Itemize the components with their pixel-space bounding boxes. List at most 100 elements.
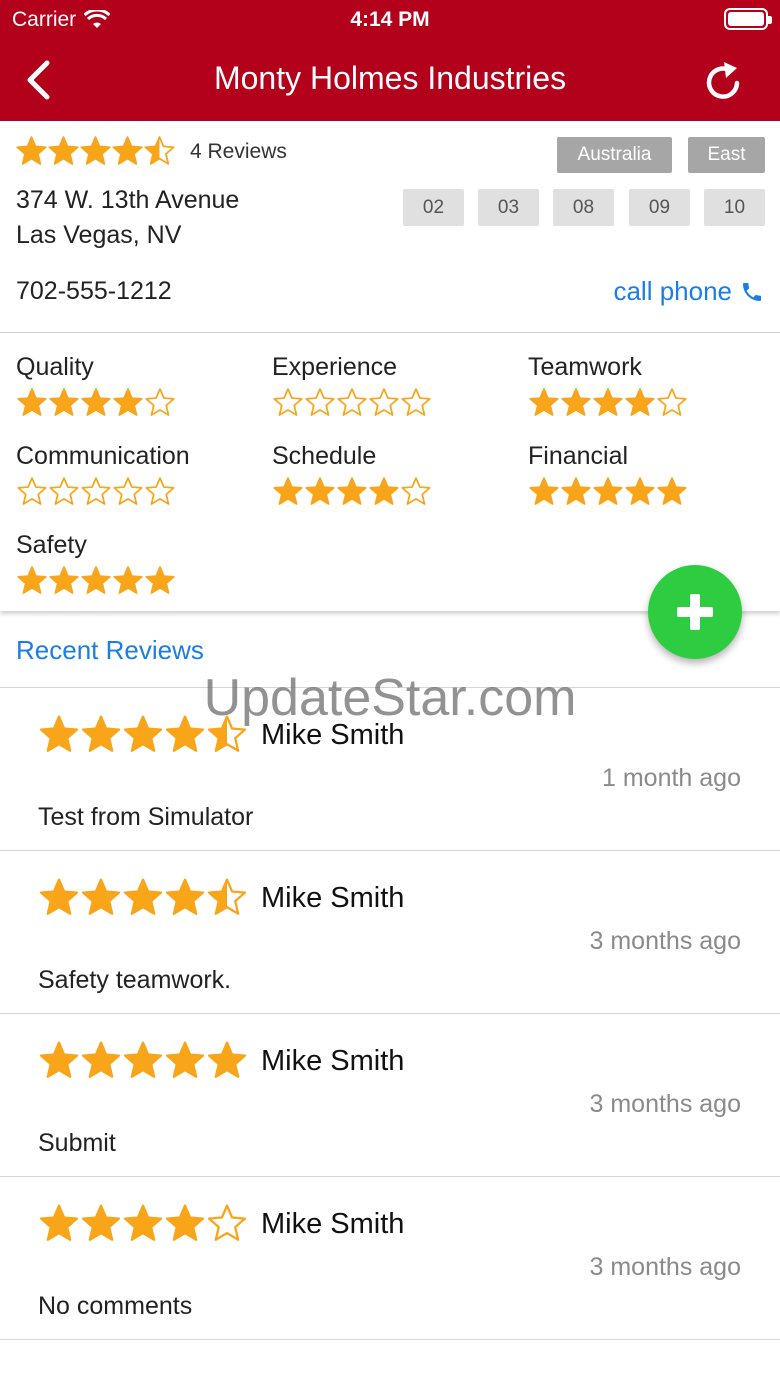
- category-label: Experience: [272, 353, 398, 381]
- company-rating: 4 Reviews: [15, 135, 287, 168]
- star-filled-icon: [123, 878, 163, 915]
- star-empty-icon: [17, 477, 47, 505]
- watermark: UpdateStar.com: [203, 669, 577, 727]
- category-label: Financial: [528, 442, 629, 470]
- star-empty-icon: [337, 388, 367, 416]
- number-chip[interactable]: 03: [478, 189, 539, 226]
- category-communication: Communication: [16, 442, 190, 513]
- category-stars: [528, 387, 688, 419]
- star-filled-icon: [113, 388, 143, 416]
- star-filled-icon: [49, 566, 79, 594]
- review-time: 3 months ago: [589, 1253, 742, 1281]
- plus-icon: [677, 594, 713, 630]
- review-item[interactable]: Mike Smith 3 months ago Safety teamwork.: [0, 851, 780, 1014]
- star-filled-icon: [112, 136, 143, 165]
- category-stars: [272, 476, 432, 508]
- star-filled-icon: [81, 1204, 121, 1241]
- star-filled-icon: [207, 1041, 247, 1078]
- battery-icon: [724, 8, 772, 30]
- phone-number: 702-555-1212: [16, 277, 172, 305]
- number-chip[interactable]: 09: [629, 189, 690, 226]
- company-stars: [15, 135, 176, 168]
- star-filled-icon: [561, 477, 591, 505]
- number-chip[interactable]: 08: [553, 189, 614, 226]
- star-filled-icon: [657, 477, 687, 505]
- category-stars: [16, 387, 176, 419]
- status-bar: Carrier 4:14 PM: [0, 0, 780, 40]
- review-item[interactable]: Mike Smith 3 months ago No comments: [0, 1177, 780, 1340]
- refresh-button[interactable]: [702, 58, 746, 102]
- star-empty-icon: [401, 477, 431, 505]
- company-info: 4 Reviews Australia East 374 W. 13th Ave…: [0, 121, 780, 333]
- star-empty-icon: [401, 388, 431, 416]
- star-empty-icon: [145, 477, 175, 505]
- star-filled-icon: [39, 878, 79, 915]
- page-title: Monty Holmes Industries: [213, 60, 567, 96]
- reviewer-name: Mike Smith: [261, 1045, 405, 1077]
- review-count: 4 Reviews: [190, 139, 287, 163]
- star-filled-icon: [16, 136, 47, 165]
- number-chip[interactable]: 10: [704, 189, 765, 226]
- star-filled-icon: [165, 878, 205, 915]
- star-filled-icon: [48, 136, 79, 165]
- star-empty-icon: [273, 388, 303, 416]
- review-stars: [38, 1040, 248, 1082]
- address-line-2: Las Vegas, NV: [16, 221, 182, 249]
- review-comment: Submit: [38, 1129, 116, 1157]
- phone-icon: [743, 282, 761, 301]
- star-filled-icon: [17, 388, 47, 416]
- star-filled-icon: [561, 388, 591, 416]
- review-comment: Safety teamwork.: [38, 966, 232, 994]
- call-phone-link[interactable]: call phone: [613, 276, 764, 307]
- star-filled-icon: [145, 566, 175, 594]
- star-empty-icon: [81, 477, 111, 505]
- number-chip[interactable]: 02: [403, 189, 464, 226]
- star-filled-icon: [625, 388, 655, 416]
- review-item[interactable]: Mike Smith 3 months ago Submit: [0, 1014, 780, 1177]
- address-line-1: 374 W. 13th Avenue: [16, 186, 240, 214]
- reviewer-name: Mike Smith: [261, 882, 405, 914]
- recent-reviews-title[interactable]: Recent Reviews: [16, 635, 204, 666]
- star-filled-icon: [39, 1041, 79, 1078]
- add-review-button[interactable]: [648, 565, 742, 659]
- category-ratings: Quality Experience Teamwork Communicatio…: [0, 333, 780, 611]
- star-empty-icon: [113, 477, 143, 505]
- navbar: Monty Holmes Industries: [0, 40, 780, 121]
- category-financial: Financial: [528, 442, 688, 513]
- star-filled-icon: [369, 477, 399, 505]
- tag-region[interactable]: Australia: [557, 137, 672, 173]
- star-half-icon: [207, 878, 247, 915]
- star-filled-icon: [80, 136, 111, 165]
- star-filled-icon: [165, 1204, 205, 1241]
- star-filled-icon: [17, 566, 47, 594]
- star-filled-icon: [273, 477, 303, 505]
- review-comment: Test from Simulator: [38, 803, 254, 831]
- category-label: Safety: [16, 531, 87, 559]
- review-time: 3 months ago: [589, 927, 742, 955]
- category-teamwork: Teamwork: [528, 353, 688, 424]
- category-label: Schedule: [272, 442, 377, 470]
- star-empty-icon: [49, 477, 79, 505]
- star-filled-icon: [593, 388, 623, 416]
- category-stars: [528, 476, 688, 508]
- review-stars: [38, 877, 248, 919]
- tag-area[interactable]: East: [688, 137, 765, 173]
- refresh-icon: [706, 62, 740, 99]
- star-empty-icon: [657, 388, 687, 416]
- star-empty-icon: [305, 388, 335, 416]
- star-filled-icon: [529, 388, 559, 416]
- category-stars: [16, 565, 176, 597]
- review-time: 1 month ago: [602, 764, 741, 792]
- review-comment: No comments: [38, 1292, 193, 1320]
- reviewer-name: Mike Smith: [261, 1208, 405, 1240]
- app-header: Carrier 4:14 PM Monty Holmes Industries: [0, 0, 780, 121]
- category-stars: [272, 387, 432, 419]
- category-label: Quality: [16, 353, 94, 381]
- star-filled-icon: [81, 1041, 121, 1078]
- star-empty-icon: [145, 388, 175, 416]
- review-stars: [38, 1203, 248, 1245]
- star-half-icon: [144, 136, 175, 165]
- category-stars: [16, 476, 176, 508]
- category-safety: Safety: [16, 531, 176, 602]
- review-time: 3 months ago: [589, 1090, 742, 1118]
